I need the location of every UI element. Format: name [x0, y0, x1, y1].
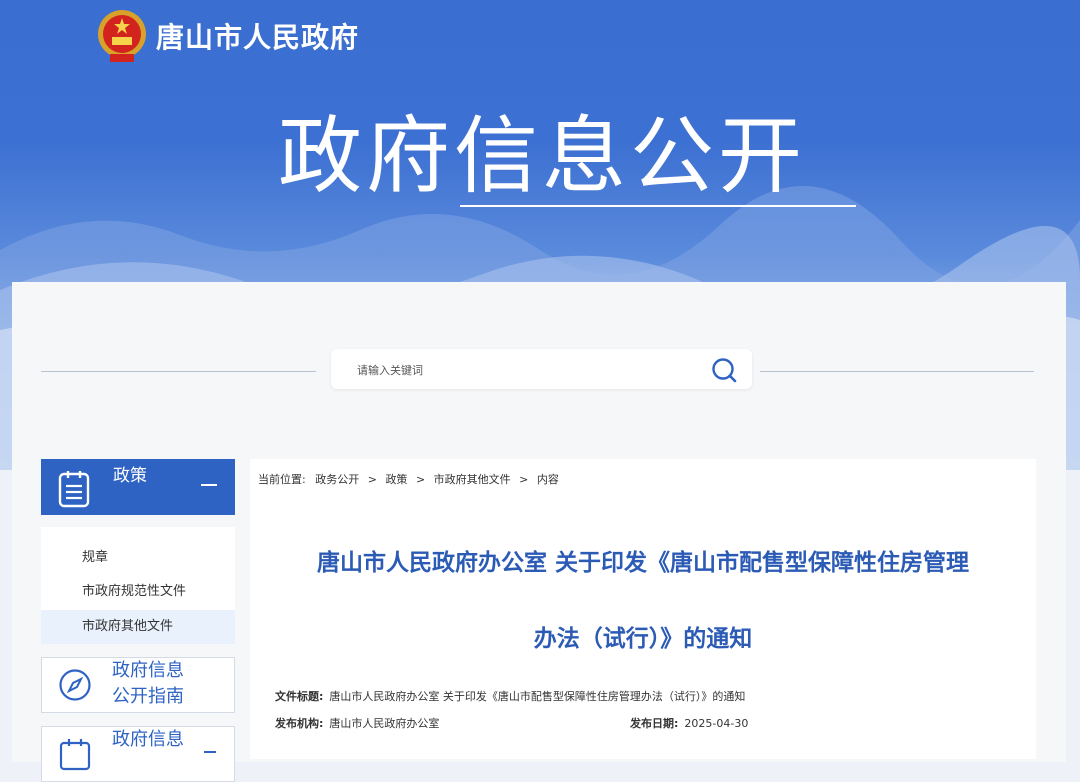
site-logo[interactable]: 唐山市人民政府	[96, 8, 359, 64]
calendar-icon	[59, 739, 91, 771]
collapse-icon[interactable]	[201, 484, 217, 486]
meta-date-value: 2025-04-30	[684, 717, 749, 730]
sidebar-section-title: 政策	[113, 466, 147, 486]
sidebar-item-other-documents[interactable]: 市政府其他文件	[41, 610, 235, 644]
site-name: 唐山市人民政府	[156, 21, 360, 54]
breadcrumb-item-other-documents[interactable]: 市政府其他文件	[434, 473, 511, 486]
document-list-icon	[58, 471, 90, 508]
compass-icon	[59, 669, 91, 701]
card-label-line1: 政府信息	[112, 729, 184, 750]
sidebar-card-disclosure-guide[interactable]: 政府信息 公开指南	[41, 657, 235, 713]
page-title: 政府信息公开	[278, 107, 807, 205]
breadcrumb-item-gov-affairs[interactable]: 政务公开	[315, 473, 359, 486]
meta-issuer: 发布机构: 唐山市人民政府办公室	[275, 715, 439, 731]
expand-icon[interactable]	[204, 751, 216, 753]
article-title-line1: 唐山市人民政府办公室 关于印发《唐山市配售型保障性住房管理	[316, 550, 969, 576]
national-emblem-icon	[98, 10, 146, 62]
card-label-line1: 政府信息	[112, 660, 184, 681]
article-content: 当前位置: 政务公开 > 政策 > 市政府其他文件 > 内容 唐山市人民政府办公…	[250, 459, 1036, 759]
sidebar-menu: 规章 市政府规范性文件 市政府其他文件	[41, 527, 235, 644]
title-underline	[460, 205, 856, 207]
meta-publish-date: 发布日期: 2025-04-30	[630, 715, 748, 731]
breadcrumb-separator: >	[367, 473, 377, 486]
sidebar-item-normative-documents[interactable]: 市政府规范性文件	[41, 575, 235, 609]
meta-issuer-value: 唐山市人民政府办公室	[329, 717, 440, 730]
search-input[interactable]	[355, 359, 699, 381]
breadcrumb: 当前位置: 政务公开 > 政策 > 市政府其他文件 > 内容	[258, 471, 559, 487]
article-title-line2: 办法（试行）》的通知	[533, 626, 753, 652]
search-box	[331, 349, 752, 389]
breadcrumb-item-policy[interactable]: 政策	[385, 473, 407, 486]
breadcrumb-item-content: 内容	[536, 473, 559, 486]
breadcrumb-prefix: 当前位置:	[258, 473, 306, 486]
search-divider-right	[760, 371, 1034, 372]
card-label-line2: 公开指南	[112, 686, 184, 707]
search-icon[interactable]	[710, 356, 738, 384]
search-divider-left	[41, 371, 316, 372]
meta-title-label: 文件标题:	[275, 690, 324, 703]
meta-document-title: 文件标题: 唐山市人民政府办公室 关于印发《唐山市配售型保障性住房管理办法（试行）…	[275, 688, 745, 704]
sidebar-card-government-info[interactable]: 政府信息	[41, 726, 235, 782]
sidebar-item-rules[interactable]: 规章	[41, 541, 235, 575]
breadcrumb-separator: >	[415, 473, 426, 486]
meta-issuer-label: 发布机构:	[275, 717, 324, 730]
breadcrumb-separator: >	[519, 473, 529, 486]
meta-title-value: 唐山市人民政府办公室 关于印发《唐山市配售型保障性住房管理办法（试行）》的通知	[329, 690, 746, 703]
sidebar-section-header[interactable]: 政策	[41, 459, 235, 515]
meta-date-label: 发布日期:	[630, 717, 679, 730]
